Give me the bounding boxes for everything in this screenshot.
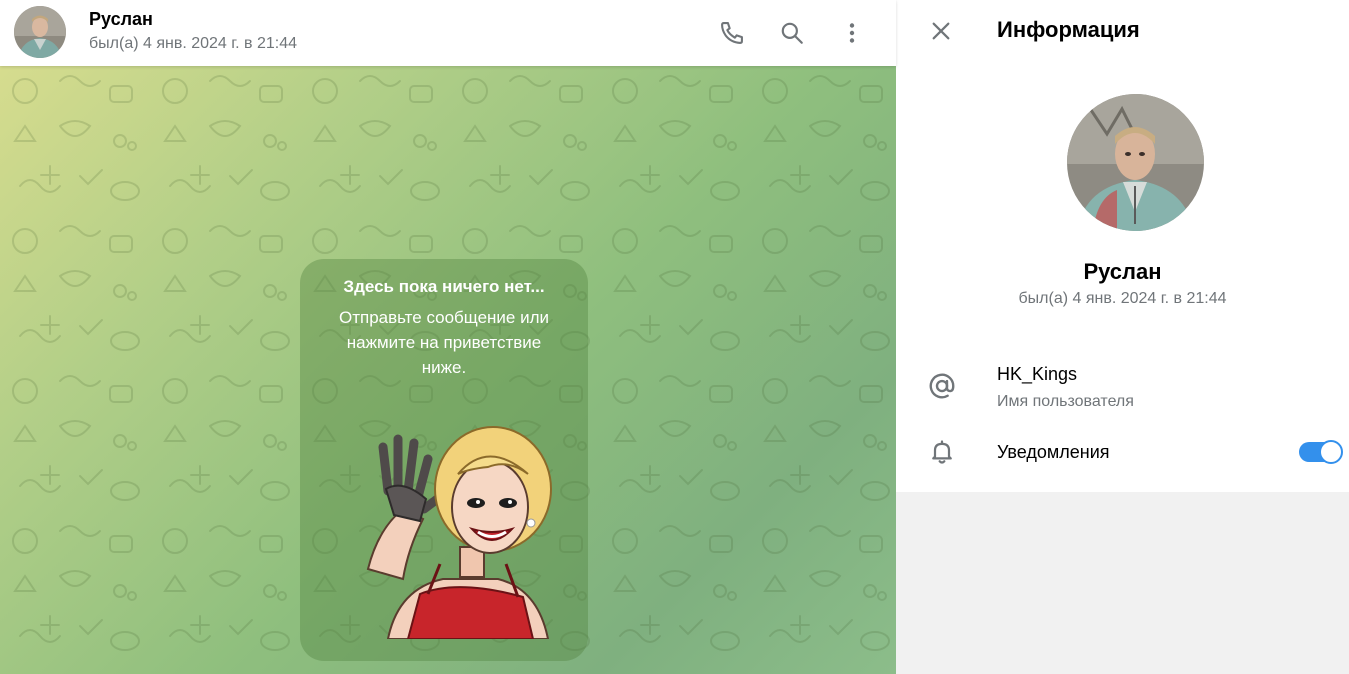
info-panel: Информация Руслан был(а) 4 янв. 2024 г. … (896, 0, 1349, 674)
profile-name: Руслан (1083, 259, 1162, 284)
notifications-row[interactable]: Уведомления (896, 432, 1349, 472)
call-button[interactable] (712, 13, 752, 53)
info-panel-title: Информация (997, 17, 1140, 42)
notifications-label: Уведомления (997, 442, 1110, 462)
toggle-knob (1319, 440, 1343, 464)
username-row[interactable]: HK_Kings Имя пользователя (896, 360, 1349, 416)
chat-header: Руслан был(а) 4 янв. 2024 г. в 21:44 (0, 0, 896, 66)
search-button[interactable] (772, 13, 812, 53)
greeting-sticker[interactable] (348, 419, 568, 640)
phone-icon (718, 19, 746, 47)
peer-avatar[interactable] (14, 6, 66, 58)
close-icon (930, 20, 952, 47)
info-panel-content: Информация Руслан был(а) 4 янв. 2024 г. … (896, 0, 1349, 492)
notifications-toggle[interactable] (1299, 440, 1343, 464)
at-sign-icon (926, 370, 958, 402)
close-info-button[interactable] (921, 13, 961, 53)
telegram-app: Руслан был(а) 4 янв. 2024 г. в 21:44 Зде… (0, 0, 1349, 674)
profile-last-seen: был(а) 4 янв. 2024 г. в 21:44 (1018, 290, 1227, 307)
profile-avatar[interactable] (1067, 94, 1204, 231)
empty-chat-subtitle: Отправьте сообщение или нажмите на приве… (338, 308, 550, 377)
more-button[interactable] (832, 13, 872, 53)
peer-name[interactable]: Руслан (89, 9, 153, 30)
chat-column: Руслан был(а) 4 янв. 2024 г. в 21:44 Зде… (0, 0, 896, 674)
search-icon (779, 20, 805, 46)
username-value: HK_Kings (997, 364, 1078, 384)
more-vertical-icon (840, 21, 864, 45)
username-label: Имя пользователя (997, 393, 1134, 410)
empty-chat-card: Здесь пока ничего нет... Отправьте сообщ… (300, 259, 588, 661)
bell-icon (926, 436, 958, 468)
peer-last-seen: был(а) 4 янв. 2024 г. в 21:44 (89, 35, 298, 52)
empty-chat-title: Здесь пока ничего нет... (343, 277, 545, 296)
chat-background: Здесь пока ничего нет... Отправьте сообщ… (0, 66, 896, 674)
